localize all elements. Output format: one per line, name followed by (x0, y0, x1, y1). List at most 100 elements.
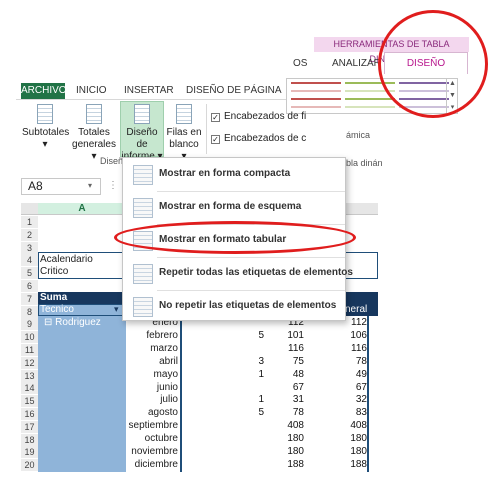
menu-separator (157, 257, 345, 258)
collapse-icon[interactable]: ⊟ (44, 317, 52, 328)
menu-item-repeat-labels[interactable]: Repetir todas las etiquetas de elementos (123, 259, 353, 289)
row-number[interactable]: 10 (21, 331, 38, 344)
grand-total-cell[interactable]: 408 (327, 420, 367, 432)
report-layout-icon (134, 104, 150, 124)
value-cell-d[interactable]: 116 (264, 343, 304, 355)
month-cell[interactable]: febrero (126, 330, 178, 342)
filas-en-blanco-button[interactable]: Filas en blanco ▾ (166, 104, 202, 163)
totales-generales-button[interactable]: Totales generales ▾ (72, 104, 116, 163)
value-cell-c[interactable]: 5 (224, 407, 264, 419)
group-label-diseno: Diseñ (100, 156, 124, 166)
value-cell-d[interactable]: 180 (264, 433, 304, 445)
row-number[interactable]: 7 (21, 292, 38, 305)
grand-total-cell[interactable]: 78 (327, 356, 367, 368)
pivot-table-name-partial: abla dinán (341, 158, 383, 168)
row-number[interactable]: 4 (21, 254, 38, 267)
cell-a7[interactable]: Suma (40, 292, 67, 304)
row-number[interactable]: 11 (21, 344, 38, 356)
value-cell-c[interactable]: 1 (224, 369, 264, 381)
blank-rows-icon (176, 104, 192, 124)
menu-item-outline[interactable]: Mostrar en forma de esquema (123, 193, 347, 223)
row-number[interactable]: 19 (21, 446, 38, 459)
value-cell-c[interactable]: 3 (224, 356, 264, 368)
checkbox-checked-icon: ✓ (211, 113, 220, 122)
diseno-informe-button[interactable]: Diseño de informe ▾ (120, 104, 164, 163)
namebox-dropdown-icon[interactable]: ▾ (88, 181, 92, 190)
value-cell-d[interactable]: 75 (264, 356, 304, 368)
red-circle-annotation (378, 10, 488, 118)
tab-os[interactable]: OS (293, 56, 307, 72)
style-swatch-red[interactable] (291, 82, 341, 110)
pivot-row-label-area (38, 316, 126, 472)
column-header-a[interactable]: A (38, 203, 126, 215)
cell-a5[interactable]: Critico (40, 266, 68, 278)
grand-total-cell[interactable]: 67 (327, 382, 367, 394)
row-number[interactable]: 13 (21, 369, 38, 382)
value-cell-d[interactable]: 48 (264, 369, 304, 381)
subtotales-button[interactable]: Subtotales ▾ (22, 104, 69, 151)
tab-analizar[interactable]: ANALIZAR (332, 56, 381, 72)
menu-item-compact[interactable]: Mostrar en forma compacta (123, 160, 347, 190)
month-cell[interactable]: junio (126, 382, 178, 394)
month-cell[interactable]: marzo (126, 343, 178, 355)
checkbox-row-headers[interactable]: ✓ Encabezados de fi (211, 111, 306, 122)
compact-layout-icon (133, 165, 153, 185)
row-number[interactable]: 20 (21, 459, 38, 472)
value-cell-c[interactable]: 5 (224, 330, 264, 342)
row-number[interactable]: 18 (21, 433, 38, 446)
month-cell[interactable]: diciembre (126, 459, 178, 471)
filter-dropdown-icon[interactable]: ▾ (114, 304, 119, 315)
grand-total-cell[interactable]: 180 (327, 446, 367, 458)
tab-archivo[interactable]: ARCHIVO (21, 83, 67, 99)
month-cell[interactable]: mayo (126, 369, 178, 381)
value-cell-d[interactable]: 31 (264, 394, 304, 406)
row-number[interactable]: 3 (21, 241, 38, 254)
select-all-corner[interactable] (21, 203, 38, 215)
month-cell[interactable]: octubre (126, 433, 178, 445)
grand-total-cell[interactable]: 106 (327, 330, 367, 342)
row-number[interactable]: 12 (21, 356, 38, 369)
grand-total-cell[interactable]: 49 (327, 369, 367, 381)
tab-insertar[interactable]: INSERTAR (124, 83, 174, 99)
row-number[interactable]: 8 (21, 305, 38, 318)
formula-bar-dots: ⋮ (108, 180, 118, 191)
grand-total-cell[interactable]: 116 (327, 343, 367, 355)
row-number[interactable]: 1 (21, 216, 38, 228)
cell-a9[interactable]: ⊟ Rodriguez (44, 317, 101, 329)
month-cell[interactable]: abril (126, 356, 178, 368)
menu-item-no-repeat-labels[interactable]: No repetir las etiquetas de elementos (123, 292, 347, 322)
grand-total-cell[interactable]: 188 (327, 459, 367, 471)
tab-diseno-pagina[interactable]: DISEÑO DE PÁGINA (186, 83, 282, 99)
grand-total-header: neral (345, 304, 368, 315)
grand-total-cell[interactable]: 83 (327, 407, 367, 419)
pivot-border-right (367, 316, 369, 472)
cell-a4[interactable]: Acalendario (40, 254, 93, 266)
value-cell-d[interactable]: 180 (264, 446, 304, 458)
tab-inicio[interactable]: INICIO (76, 83, 107, 99)
row-number[interactable]: 14 (21, 382, 38, 395)
outline-layout-icon (133, 198, 153, 218)
month-cell[interactable]: septiembre (126, 420, 178, 432)
value-cell-d[interactable]: 101 (264, 330, 304, 342)
row-number[interactable]: 9 (21, 318, 38, 331)
row-number[interactable]: 16 (21, 408, 38, 420)
red-ellipse-annotation (114, 221, 356, 254)
value-cell-d[interactable]: 408 (264, 420, 304, 432)
month-cell[interactable]: agosto (126, 407, 178, 419)
checkbox-column-headers[interactable]: ✓ Encabezados de c (211, 133, 306, 144)
row-number[interactable]: 6 (21, 280, 38, 292)
grand-total-cell[interactable]: 32 (327, 394, 367, 406)
grand-total-cell[interactable]: 180 (327, 433, 367, 445)
value-cell-d[interactable]: 188 (264, 459, 304, 471)
month-cell[interactable]: noviembre (126, 446, 178, 458)
row-number[interactable]: 17 (21, 420, 38, 433)
cell-a8[interactable]: Tecnico (40, 304, 74, 316)
value-cell-d[interactable]: 78 (264, 407, 304, 419)
row-number[interactable]: 5 (21, 267, 38, 280)
value-cell-d[interactable]: 67 (264, 382, 304, 394)
menu-separator (157, 191, 345, 192)
month-cell[interactable]: julio (126, 394, 178, 406)
row-number[interactable]: 15 (21, 395, 38, 408)
row-number[interactable]: 2 (21, 228, 38, 241)
value-cell-c[interactable]: 1 (224, 394, 264, 406)
